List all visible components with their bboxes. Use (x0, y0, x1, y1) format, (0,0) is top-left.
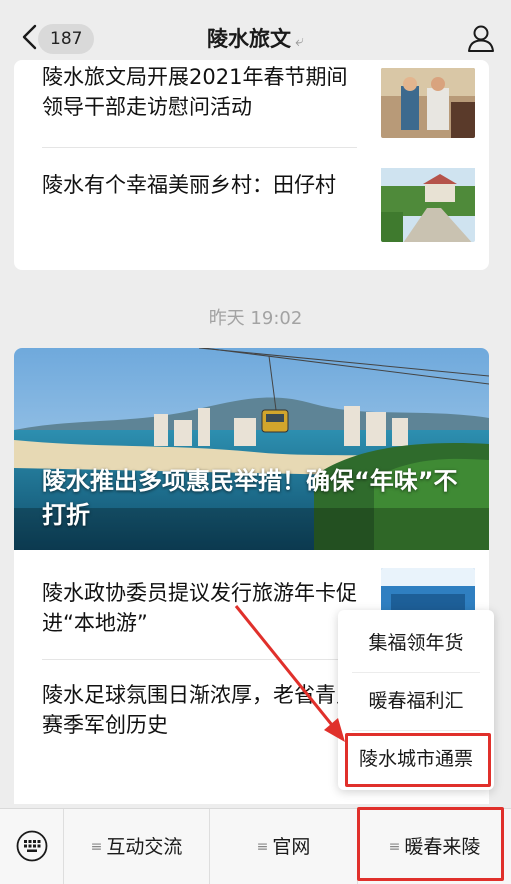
article-title: 陵水足球氛围日渐浓厚，老省青足赛季军创历史 (42, 683, 357, 737)
article-thumbnail (381, 68, 475, 138)
person-icon[interactable] (465, 22, 497, 54)
message-timestamp: 昨天 19:02 (208, 308, 303, 329)
submenu-item[interactable]: 集福领年货 (338, 614, 494, 672)
ear-icon: ⤶ (295, 31, 304, 50)
highlight-box (345, 733, 491, 787)
account-name: 陵水旅文 (207, 27, 292, 51)
article-card: 陵水旅文局开展2021年春节期间领导干部走访慰问活动 陵水有个幸福美丽乡村：田仔… (14, 60, 489, 270)
keyboard-toggle[interactable] (0, 809, 64, 884)
article-title: 陵水旅文局开展2021年春节期间领导干部走访慰问活动 (42, 65, 348, 119)
menu-item-interaction[interactable]: ≡ 互动交流 (64, 809, 210, 884)
hero-article[interactable]: 陵水推出多项惠民举措！确保“年味”不打折 (14, 348, 489, 550)
page-title: 陵水旅文 ⤶ (0, 24, 511, 56)
submenu-item[interactable]: 暖春福利汇 (338, 672, 494, 730)
menu-item-label: 互动交流 (106, 836, 183, 858)
keyboard-icon (16, 830, 48, 862)
menu-list-icon: ≡ (90, 839, 103, 855)
article-title: 陵水政协委员提议发行旅游年卡促进“本地游” (42, 581, 357, 635)
article-item[interactable]: 陵水旅文局开展2021年春节期间领导干部走访慰问活动 (14, 60, 489, 148)
menu-list-icon: ≡ (256, 839, 269, 855)
menu-item-website[interactable]: ≡ 官网 (210, 809, 358, 884)
article-thumbnail (381, 168, 475, 242)
article-title: 陵水有个幸福美丽乡村：田仔村 (42, 173, 336, 197)
menu-item-label: 官网 (272, 836, 311, 858)
highlight-box (357, 807, 504, 881)
hero-article-title: 陵水推出多项惠民举措！确保“年味”不打折 (42, 467, 458, 529)
article-item[interactable]: 陵水有个幸福美丽乡村：田仔村 (14, 148, 489, 250)
